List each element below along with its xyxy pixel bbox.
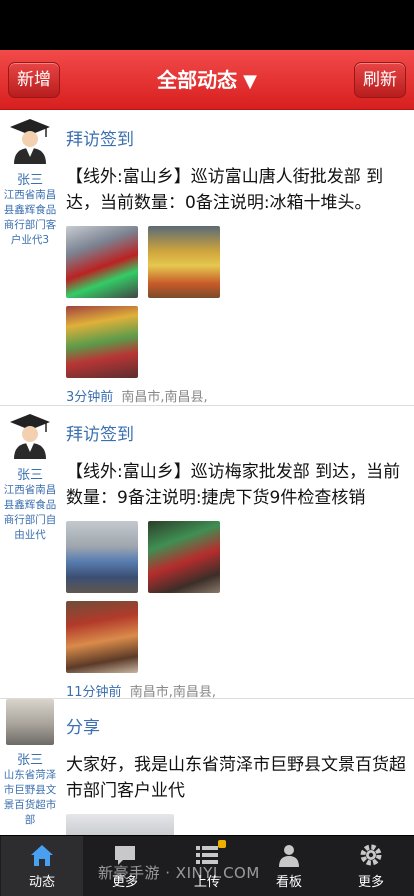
post-location: 南昌市,南昌县, bbox=[121, 390, 208, 405]
gear-icon bbox=[360, 844, 382, 866]
photo-grid bbox=[66, 521, 226, 681]
post-author[interactable]: 张三 山东省菏泽市巨野县文景百货超市部 bbox=[0, 699, 60, 828]
nav-bar: 新增 全部动态 ▼ 刷新 bbox=[0, 50, 414, 110]
post-content: 拜访签到 【线外:富山乡】巡访富山唐人街批发部 到达，当前数量：0备注说明:冰箱… bbox=[66, 111, 406, 405]
post-author[interactable]: 张三 江西省南昌县鑫辉食品商行部门自由业代 bbox=[0, 406, 60, 543]
caret-down-icon: ▼ bbox=[243, 71, 257, 92]
feed-filter-dropdown[interactable]: 全部动态 ▼ bbox=[0, 64, 414, 98]
post-text: 【线外:富山乡】巡访梅家批发部 到达，当前数量：9备注说明:捷虎下货9件检查核销 bbox=[66, 462, 401, 508]
post-content: 分享 大家好，我是山东省菏泽市巨野县文景百货超市部门客户业代 bbox=[66, 699, 406, 835]
post-meta: 3分钟前 南昌市,南昌县, bbox=[66, 386, 406, 405]
feed-post[interactable]: 张三 江西省南昌县鑫辉食品商行部门自由业代 拜访签到 【线外:富山乡】巡访梅家批… bbox=[0, 406, 414, 700]
post-time: 11分钟前 bbox=[66, 685, 122, 700]
post-meta: 11分钟前 南昌市,南昌县, bbox=[66, 681, 406, 700]
graduate-avatar-icon[interactable] bbox=[8, 117, 52, 165]
post-type-label: 拜访签到 bbox=[66, 425, 134, 445]
refresh-button[interactable]: 刷新 bbox=[354, 62, 406, 98]
author-department: 山东省菏泽市巨野县文景百货超市部 bbox=[3, 769, 57, 826]
activity-feed[interactable]: 张三 江西省南昌县鑫辉食品商行部门客户业代3 拜访签到 【线外:富山乡】巡访富山… bbox=[0, 111, 414, 835]
photo-grid bbox=[66, 814, 226, 835]
post-type-label: 分享 bbox=[66, 718, 100, 738]
tab-feed[interactable]: 动态 bbox=[1, 836, 83, 896]
photo-thumbnail[interactable] bbox=[66, 814, 174, 835]
photo-thumbnail[interactable] bbox=[66, 601, 138, 673]
tab-more-right[interactable]: 更多 bbox=[330, 836, 412, 896]
author-name[interactable]: 张三 bbox=[0, 464, 60, 483]
photo-thumbnail[interactable] bbox=[148, 521, 221, 593]
photo-thumbnail[interactable] bbox=[66, 226, 138, 298]
post-text: 大家好，我是山东省菏泽市巨野县文景百货超市部门客户业代 bbox=[66, 755, 406, 801]
status-bar bbox=[0, 0, 414, 50]
post-type-label: 拜访签到 bbox=[66, 130, 134, 150]
notification-badge bbox=[218, 840, 226, 848]
post-content: 拜访签到 【线外:富山乡】巡访梅家批发部 到达，当前数量：9备注说明:捷虎下货9… bbox=[66, 406, 406, 700]
author-department: 江西省南昌县鑫辉食品商行部门客户业代3 bbox=[3, 189, 57, 246]
photo-thumbnail[interactable] bbox=[66, 306, 138, 378]
post-time: 3分钟前 bbox=[66, 390, 114, 405]
author-name[interactable]: 张三 bbox=[0, 169, 60, 188]
page-title: 全部动态 bbox=[157, 68, 238, 92]
author-department: 江西省南昌县鑫辉食品商行部门自由业代 bbox=[3, 484, 57, 541]
tab-label: 更多 bbox=[357, 875, 384, 890]
person-icon bbox=[279, 845, 299, 867]
photo-thumbnail[interactable] bbox=[66, 521, 138, 593]
photo-thumbnail[interactable] bbox=[148, 226, 221, 298]
graduate-avatar-icon[interactable] bbox=[8, 412, 52, 460]
post-author[interactable]: 张三 江西省南昌县鑫辉食品商行部门客户业代3 bbox=[0, 111, 60, 248]
home-icon bbox=[31, 845, 53, 866]
user-avatar-photo[interactable] bbox=[6, 699, 54, 745]
post-location: 南昌市,南昌县, bbox=[129, 685, 216, 700]
post-text: 【线外:富山乡】巡访富山唐人街批发部 到达，当前数量：0备注说明:冰箱十堆头。 bbox=[66, 167, 384, 213]
tab-dashboard[interactable]: 看板 bbox=[248, 836, 330, 896]
feed-post[interactable]: 张三 山东省菏泽市巨野县文景百货超市部 分享 大家好，我是山东省菏泽市巨野县文景… bbox=[0, 699, 414, 835]
tab-label: 动态 bbox=[28, 875, 55, 890]
tab-label: 看板 bbox=[275, 875, 302, 890]
feed-post[interactable]: 张三 江西省南昌县鑫辉食品商行部门客户业代3 拜访签到 【线外:富山乡】巡访富山… bbox=[0, 111, 414, 406]
photo-grid bbox=[66, 226, 226, 386]
author-name[interactable]: 张三 bbox=[0, 749, 60, 768]
watermark: 新豪手游 · XINYI.COM bbox=[98, 864, 260, 882]
